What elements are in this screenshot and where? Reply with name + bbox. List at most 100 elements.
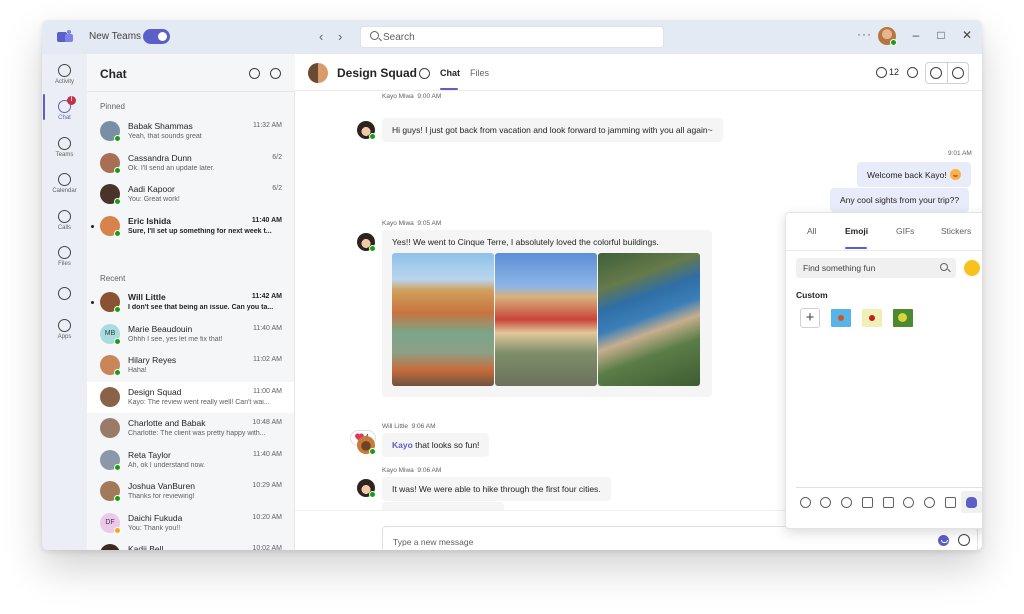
chat-list-item[interactable]: Will Little 11:42 AM I don't see that bein… — [87, 287, 294, 318]
attach-icon[interactable] — [958, 534, 970, 546]
chat-name: Kadji Bell — [128, 544, 164, 550]
search-input[interactable] — [383, 30, 653, 44]
mention-kayo[interactable]: Kayo — [392, 440, 413, 450]
edit-name-icon[interactable] — [419, 68, 430, 79]
minimize-button[interactable]: – — [908, 28, 924, 42]
picker-tab-all[interactable]: All — [807, 226, 816, 236]
rail-item-teams[interactable]: Teams — [42, 137, 87, 171]
recent-category-icon[interactable] — [800, 497, 811, 508]
message-sender: Kayo Miwa 9:05 AM — [382, 220, 442, 227]
chat-name: Design Squad — [128, 386, 182, 397]
rail-label: Activity — [54, 79, 74, 85]
chat-time: 10:02 AM — [252, 545, 282, 550]
avatar — [100, 481, 121, 502]
photo-cinque-terre-1[interactable] — [392, 253, 494, 386]
more-options-button[interactable]: ··· — [857, 27, 872, 41]
chat-list-item[interactable]: DF Daichi Fukuda 10:20 AM You: Thank you!! — [87, 508, 294, 539]
custom-category-icon[interactable] — [966, 497, 977, 508]
custom-emoji-strawberry[interactable] — [862, 309, 882, 327]
picker-tab-gifs[interactable]: GIFs — [896, 226, 914, 236]
chat-list-item[interactable]: Kadji Bell10:02 AMYou: I like the idea, … — [87, 539, 294, 550]
participants-count[interactable]: 12 — [889, 67, 899, 77]
objects-category-icon[interactable] — [924, 497, 935, 508]
chat-list-item[interactable]: Joshua VanBuren 10:29 AM Thanks for review… — [87, 476, 294, 507]
presence-available-icon — [369, 133, 376, 140]
avatar — [100, 386, 120, 407]
emoji-button-icon[interactable] — [938, 535, 949, 546]
picker-search-box[interactable] — [796, 258, 956, 278]
chat-list-item[interactable]: Hilary Reyes 11:02 AM Haha! — [87, 350, 294, 381]
rail-item-files[interactable]: Files — [42, 246, 87, 280]
avatar — [100, 418, 120, 438]
message-time: 9:01 AM — [948, 150, 972, 157]
filter-icon[interactable] — [249, 68, 260, 79]
new-teams-toggle[interactable] — [143, 29, 170, 44]
avatar-kayo-miwa[interactable] — [357, 479, 376, 498]
custom-emoji-tomato[interactable] — [831, 309, 851, 327]
rail-item-activity[interactable]: Activity — [42, 64, 87, 98]
message-input[interactable] — [393, 535, 913, 548]
search-box[interactable] — [360, 26, 664, 48]
chat-list-item[interactable]: Reta Taylor 11:40 AM Ah, ok I understand n… — [87, 445, 294, 476]
chat-time: 10:48 AM — [252, 419, 282, 426]
chat-preview: Haha! — [128, 367, 147, 374]
chat-list-item[interactable]: Design Squad 11:00 AM Kayo: The review wen… — [87, 381, 294, 413]
animals-category-icon[interactable] — [841, 497, 852, 508]
avatar-kayo-miwa[interactable] — [357, 121, 376, 140]
chat-preview: You: Thank you!! — [128, 524, 181, 532]
chat-list-item[interactable]: Eric Ishida 11:40 AM Sure, I'll set up som… — [87, 211, 294, 242]
divider — [786, 250, 982, 251]
activities-category-icon[interactable] — [903, 497, 914, 508]
new-chat-icon[interactable] — [270, 68, 281, 79]
rail-item-more[interactable] — [42, 287, 87, 321]
message-composer[interactable] — [382, 526, 978, 550]
forward-arrow-icon[interactable]: › — [338, 29, 342, 44]
audio-call-icon[interactable] — [952, 67, 964, 79]
skin-tone-selector[interactable] — [964, 260, 980, 276]
chat-time: 11:40 AM — [252, 450, 282, 458]
picker-search-input[interactable] — [803, 262, 933, 274]
maximize-button[interactable]: □ — [933, 28, 949, 42]
apps-icon — [58, 319, 71, 332]
photo-cinque-terre-3[interactable] — [598, 253, 700, 386]
pinned-section-label: Pinned — [100, 102, 125, 111]
profile-avatar[interactable] — [878, 27, 897, 46]
travel-category-icon[interactable] — [883, 497, 894, 508]
add-custom-emoji-button[interactable]: + — [800, 308, 820, 328]
presence-available-icon — [369, 491, 376, 498]
picker-tab-stickers[interactable]: Stickers — [941, 226, 971, 236]
symbols-category-icon[interactable] — [945, 497, 956, 508]
rail-item-chat[interactable]: ! Chat — [42, 96, 87, 134]
close-button[interactable]: ✕ — [959, 28, 975, 42]
chat-list-item[interactable]: Babak Shammas 11:32 AM Yeah, that sounds g… — [87, 116, 294, 147]
photo-cinque-terre-2[interactable] — [495, 253, 597, 386]
participants-icon[interactable] — [876, 67, 887, 78]
rail-item-apps[interactable]: Apps — [42, 319, 87, 353]
tab-files[interactable]: Files — [470, 68, 489, 78]
presence-available-icon — [114, 463, 121, 471]
chat-list-item[interactable]: Aadi Kapoor 6/2 You: Great work! — [87, 179, 294, 210]
chat-list-item[interactable]: Cassandra Dunn 6/2 Ok. I'll send an update… — [87, 148, 294, 179]
meeting-options-icon[interactable] — [907, 67, 918, 78]
back-arrow-icon[interactable]: ‹ — [319, 29, 323, 44]
picker-tab-emoji[interactable]: Emoji — [845, 226, 868, 236]
tab-chat[interactable]: Chat — [440, 68, 460, 78]
food-category-icon[interactable] — [862, 497, 873, 508]
smileys-category-icon[interactable] — [820, 497, 831, 508]
recent-section-label: Recent — [100, 274, 126, 283]
avatar — [100, 449, 121, 471]
chat-preview: Kayo: The review went really well! Can't… — [128, 398, 270, 406]
chat-list-item[interactable]: MB Marie Beaudouin 11:40 AM Ohhh I see, yes… — [87, 319, 294, 350]
rail-item-calendar[interactable]: Calendar — [42, 173, 87, 207]
avatar-will-little[interactable] — [357, 436, 376, 455]
avatar — [100, 292, 121, 313]
rail-label: Chat — [58, 115, 71, 121]
avatar-kayo-miwa[interactable] — [357, 233, 376, 252]
calendar-icon — [58, 173, 71, 186]
chat-name: Aadi Kapoor — [128, 184, 175, 194]
rail-item-calls[interactable]: Calls — [42, 210, 87, 244]
chat-list-item[interactable]: Charlotte and Babak 10:48 AM Charlotte: Th… — [87, 413, 294, 444]
custom-emoji-lime[interactable] — [893, 309, 913, 327]
video-call-icon[interactable] — [930, 67, 942, 79]
chat-list-header: Chat — [87, 54, 295, 92]
